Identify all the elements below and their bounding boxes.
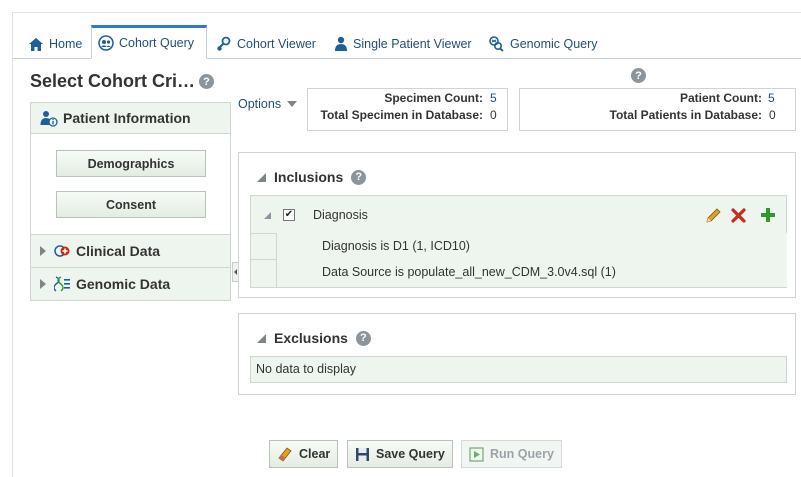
run-query-button[interactable]: Run Query (461, 440, 562, 468)
save-query-label: Save Query (376, 447, 445, 461)
tab-genomic-query-label: Genomic Query (510, 37, 598, 51)
expand-icon (40, 279, 46, 289)
options-menu[interactable]: Options (238, 97, 298, 111)
collapse-arrow-icon (234, 269, 237, 275)
consent-button[interactable]: Consent (56, 191, 206, 218)
tab-single-patient-viewer[interactable]: Single Patient Viewer (328, 29, 481, 59)
specimen-count-value[interactable]: 5 (490, 91, 497, 105)
exclusions-title: Exclusions (274, 330, 348, 346)
tab-cohort-query-label: Cohort Query (119, 36, 195, 50)
total-specimen-label: Total Specimen in Database: (320, 108, 484, 122)
home-icon (29, 37, 43, 51)
inclusions-title: Inclusions (274, 169, 344, 185)
specimen-count-label: Specimen Count: (384, 91, 483, 105)
chevron-down-icon (287, 101, 298, 107)
tab-cohort-query[interactable]: Cohort Query (91, 25, 207, 59)
patient-info-icon (40, 110, 58, 127)
options-label: Options (238, 97, 282, 111)
inclusions-header[interactable]: Inclusions ? (257, 169, 367, 185)
help-icon[interactable]: ? (355, 330, 371, 346)
tab-home-label: Home (49, 37, 83, 51)
total-patients-value: 0 (769, 108, 776, 122)
cohort-query-icon (98, 35, 114, 51)
accordion-patient-information-label: Patient Information (63, 110, 191, 126)
accordion-clinical-data-label: Clinical Data (76, 243, 161, 259)
help-icon[interactable]: ? (631, 68, 646, 83)
delete-icon[interactable] (731, 208, 746, 223)
cohort-viewer-icon (217, 36, 231, 51)
clear-label: Clear (299, 447, 331, 461)
exclusions-header[interactable]: Exclusions ? (257, 330, 371, 346)
patient-icon (335, 36, 347, 51)
accordion-clinical-data[interactable]: Clinical Data (31, 235, 230, 267)
genomic-icon (489, 36, 504, 52)
tab-home[interactable]: Home (22, 29, 91, 59)
accordion-genomic-data-label: Genomic Data (76, 276, 171, 292)
collapse-icon[interactable] (264, 212, 271, 219)
total-patients-label: Total Patients in Database: (609, 108, 762, 122)
clinical-data-icon (54, 245, 70, 257)
tab-cohort-viewer-label: Cohort Viewer (237, 37, 316, 51)
patient-count-label: Patient Count: (680, 91, 762, 105)
collapse-icon (257, 172, 266, 182)
patient-count-box: Patient Count: 5 Total Patients in Datab… (519, 88, 796, 131)
accordion-genomic-data[interactable]: Genomic Data (31, 268, 230, 300)
tab-cohort-viewer[interactable]: Cohort Viewer (210, 29, 325, 59)
genomic-data-icon (54, 276, 70, 292)
expand-icon (40, 246, 46, 256)
collapse-icon (257, 333, 266, 343)
divider (250, 233, 276, 234)
demographics-button[interactable]: Demographics (56, 150, 206, 177)
diagnosis-checkbox[interactable]: ✔ (283, 209, 295, 221)
patient-information-body (31, 134, 230, 234)
divider (250, 259, 276, 260)
help-icon[interactable]: ? (199, 74, 214, 89)
run-icon (469, 446, 484, 462)
help-icon[interactable]: ? (351, 169, 367, 185)
eraser-icon (278, 447, 292, 462)
total-specimen-value: 0 (490, 108, 497, 122)
accordion-patient-information[interactable]: Patient Information (31, 102, 230, 134)
panel-title: Select Cohort Cri… (30, 71, 196, 91)
run-query-label: Run Query (490, 447, 554, 461)
empty-message: No data to display (256, 362, 357, 376)
patient-count-value[interactable]: 5 (768, 91, 775, 105)
specimen-count-box: Specimen Count: 5 Total Specimen in Data… (307, 88, 508, 131)
add-icon[interactable] (760, 207, 776, 223)
diagnosis-label: Diagnosis (313, 208, 368, 222)
criterion-detail: Data Source is populate_all_new_CDM_3.0v… (322, 265, 616, 279)
save-query-button[interactable]: Save Query (347, 440, 453, 468)
clear-button[interactable]: Clear (269, 440, 339, 468)
edit-icon[interactable] (705, 207, 722, 224)
tab-single-patient-viewer-label: Single Patient Viewer (353, 37, 472, 51)
tab-genomic-query[interactable]: Genomic Query (482, 29, 607, 59)
save-icon (356, 447, 369, 461)
criterion-detail: Diagnosis is D1 (1, ICD10) (322, 239, 470, 253)
